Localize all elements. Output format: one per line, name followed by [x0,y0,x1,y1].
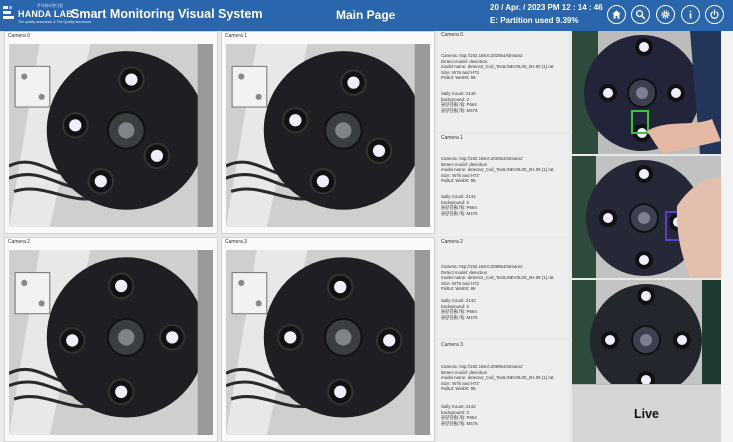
gear-icon [661,10,670,19]
camera-label: Camera 0 [8,33,30,39]
info-defect-m: 불량검출(개): M476 [441,314,478,320]
camera-panel-0: Camera 0 [4,31,218,234]
search-button[interactable] [631,5,650,24]
live-button[interactable]: Live [572,384,721,442]
camera-label: Camera 1 [225,33,247,39]
camera-panel-3: Camera 3 [221,237,435,442]
power-icon [710,9,719,19]
camera-panel-2: Camera 2 [4,237,218,442]
camera-image [9,44,213,227]
detection-image [572,280,721,384]
camera-panel-1: Camera 1 [221,31,435,234]
power-button[interactable] [705,5,724,24]
detection-thumbnail-0[interactable] [572,31,721,154]
info-button[interactable] [681,5,700,24]
camera-label: Camera 2 [8,239,30,245]
camera-image [226,250,430,435]
info-icon [689,10,692,19]
camera-label: Camera 3 [225,239,247,245]
info-defect-m: 불량검출(개): M476 [441,107,478,113]
home-icon [612,10,621,19]
partition-usage: E: Partition used 9.39% [490,16,579,25]
camera-image [226,44,430,227]
detection-thumbnail-2[interactable] [572,280,721,384]
camera-image [9,250,213,435]
info-weight: Pxiltut: WeitXt: 98 [441,75,476,80]
info-defect-m: 불량검출(개): M476 [441,210,478,216]
info-weight: Pxiltut: WeitXt: 98 [441,386,476,391]
header-bar: 주식회사한다랩 HANDA LAB The quality assurance … [0,0,733,31]
info-defect-m: 불량검출(개): M476 [441,420,478,426]
handa-lab-logo: 주식회사한다랩 HANDA LAB The quality assurance … [3,3,91,28]
page-title: Main Page [336,8,396,22]
camera-feed-2[interactable] [9,250,213,435]
camera-feed-3[interactable] [226,250,430,435]
info-weight: Pxiltut: WeitXt: 98 [441,178,476,183]
info-title: Camera 3 [441,342,463,348]
settings-button[interactable] [656,5,675,24]
camera-feed-1[interactable] [226,44,430,227]
info-panel-camera-0: Camera 0 Camera: rtsp://192.168.0.202554… [437,31,569,131]
info-panel-camera-3: Camera 3 Camera: rtsp://192.168.0.209554… [437,341,569,442]
vertical-scrollbar[interactable] [721,31,733,442]
info-weight: Pxiltut: WeitXt: 98 [441,286,476,291]
detection-thumbnail-1[interactable] [572,156,721,278]
info-title: Camera 0 [441,32,463,38]
search-icon [635,9,646,20]
home-button[interactable] [607,5,626,24]
info-panel-camera-2: Camera 2 Camera: rtsp://192.168.0.209554… [437,238,569,338]
logo-mark-icon [3,6,14,19]
info-title: Camera 2 [441,239,463,245]
datetime-display: 20 / Apr. / 2023 PM 12 : 14 : 46 [490,3,603,12]
detection-image [572,31,721,154]
app-title: Smart Monitoring Visual System [71,7,263,21]
info-title: Camera 1 [441,135,463,141]
camera-feed-0[interactable] [9,44,213,227]
detection-image [572,156,721,278]
info-panel-camera-1: Camera 1 Camera: rtsp://192.168.0.202554… [437,134,569,236]
logo-name: HANDA LAB [18,9,73,19]
